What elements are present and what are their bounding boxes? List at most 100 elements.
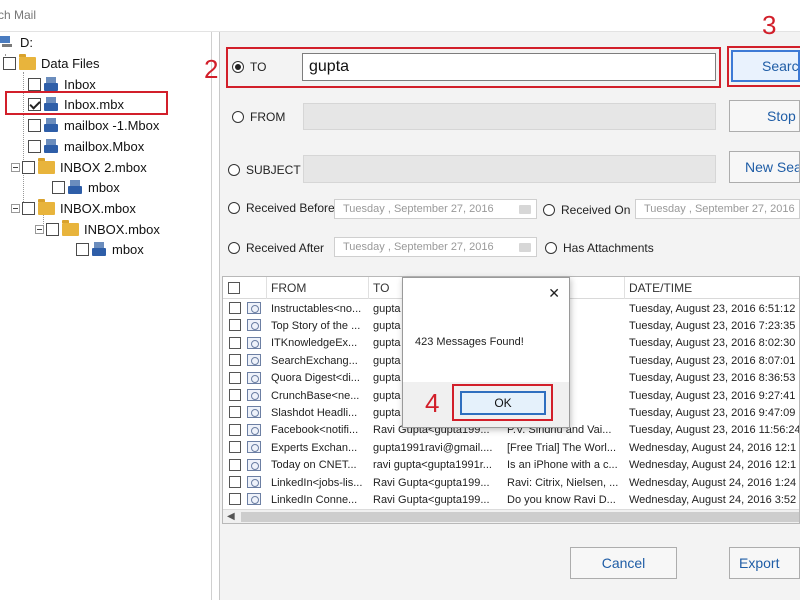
folder-label: Data Files: [41, 55, 100, 71]
cell-to: Ravi Gupta<gupta199...: [373, 493, 490, 506]
row-checkbox[interactable]: [229, 441, 241, 454]
has-attachments-label: Has Attachments: [563, 241, 654, 255]
row-checkbox[interactable]: [229, 302, 241, 314]
radio-received-after[interactable]: Received After: [228, 241, 324, 255]
tree-item-inbox-mbox[interactable]: INBOX.mbox: [11, 198, 136, 218]
received-after-date[interactable]: Tuesday , September 27, 2016: [334, 237, 537, 257]
cell-date-time: Tuesday, August 23, 2016 6:51:12: [629, 302, 796, 315]
collapse-icon[interactable]: [35, 224, 44, 234]
from-field[interactable]: [303, 103, 716, 130]
from-label: FROM: [250, 110, 286, 124]
close-icon[interactable]: ✕: [548, 285, 560, 302]
radio-subject[interactable]: SUBJECT: [228, 163, 301, 177]
row-checkbox[interactable]: [229, 476, 241, 488]
tree-item-mailbox[interactable]: mailbox.Mbox: [28, 136, 144, 156]
row-checkbox[interactable]: [229, 319, 241, 332]
table-row[interactable]: LinkedIn<jobs-lis... Ravi Gupta<gupta199.…: [223, 474, 799, 491]
tree-item-mailbox-1[interactable]: mailbox -1.Mbox: [28, 115, 159, 135]
checkbox[interactable]: [28, 118, 41, 132]
tree-item-label: mailbox.Mbox: [64, 138, 145, 154]
table-row[interactable]: Today on CNET... ravi gupta<gupta1991r...…: [223, 457, 799, 474]
row-checkbox[interactable]: [229, 336, 241, 349]
checkbox[interactable]: [22, 201, 35, 215]
row-checkbox[interactable]: [229, 493, 241, 506]
radio-received-on[interactable]: Received On: [543, 203, 630, 217]
collapse-icon[interactable]: [11, 162, 20, 172]
mailbox-icon: [92, 242, 107, 256]
tree-item-mbox-1[interactable]: mbox: [52, 177, 120, 197]
radio-received-before[interactable]: Received Before: [228, 201, 335, 215]
cell-date-time: Tuesday, August 23, 2016 7:23:35: [629, 319, 796, 332]
annotation-box-inbox-mbx: [5, 91, 168, 115]
tree-item-label: INBOX.mbox: [60, 200, 136, 216]
cell-date-time: Tuesday, August 23, 2016 8:07:01: [629, 354, 796, 367]
mailbox-icon: [44, 77, 59, 91]
new-search-button[interactable]: New Search: [729, 151, 800, 183]
tree-data-files[interactable]: Data Files: [3, 53, 100, 73]
radio-button[interactable]: [543, 204, 555, 216]
tree-item-label: INBOX.mbox: [84, 221, 160, 237]
radio-button[interactable]: [228, 202, 240, 214]
cancel-button[interactable]: Cancel: [570, 547, 677, 579]
scroll-left-icon[interactable]: ◀: [227, 511, 235, 522]
header-select-all[interactable]: [223, 277, 267, 299]
tree-item-inbox2-mbox[interactable]: INBOX 2.mbox: [11, 157, 147, 177]
email-icon: [247, 319, 261, 332]
calendar-dropdown-icon[interactable]: [519, 243, 531, 252]
checkbox[interactable]: [28, 139, 41, 153]
collapse-icon[interactable]: [11, 203, 20, 213]
cell-subject: Do you know Ravi D...: [507, 493, 616, 506]
tree-item-label: mbox: [112, 241, 144, 257]
tree-drive-d[interactable]: D:: [0, 32, 33, 52]
header-date-time[interactable]: DATE/TIME: [625, 277, 799, 299]
cell-from: LinkedIn Conne...: [271, 493, 358, 506]
cell-date-time: Tuesday, August 23, 2016 9:27:41: [629, 389, 796, 402]
select-all-checkbox[interactable]: [228, 282, 240, 294]
tree-item-mbox-2[interactable]: mbox: [76, 239, 144, 259]
cell-from: Facebook<notifi...: [271, 424, 359, 437]
row-checkbox[interactable]: [229, 354, 241, 367]
checkbox[interactable]: [76, 242, 89, 256]
checkbox[interactable]: [3, 56, 16, 70]
row-checkbox[interactable]: [229, 458, 241, 471]
checkbox[interactable]: [28, 77, 41, 91]
stop-button[interactable]: Stop: [729, 100, 800, 132]
subject-field[interactable]: [303, 155, 716, 183]
cell-from: Experts Exchan...: [271, 441, 358, 454]
tree-item-label: mbox: [88, 179, 120, 195]
horizontal-scrollbar[interactable]: ◀: [223, 509, 799, 523]
row-checkbox[interactable]: [229, 423, 241, 436]
annotation-box-ok: [452, 384, 553, 421]
table-row[interactable]: LinkedIn Conne... Ravi Gupta<gupta199... D…: [223, 491, 799, 508]
cell-from: ITKnowledgeEx...: [271, 337, 358, 350]
annotation-step-3: 3: [762, 10, 777, 40]
folder-icon: [62, 219, 79, 236]
radio-button[interactable]: [545, 242, 557, 254]
header-from[interactable]: FROM: [267, 277, 369, 299]
row-checkbox[interactable]: [229, 371, 241, 384]
subject-label: SUBJECT: [246, 163, 301, 177]
checkbox[interactable]: [46, 222, 59, 236]
received-on-date[interactable]: Tuesday , September 27, 2016: [635, 199, 800, 219]
checkbox[interactable]: [22, 160, 35, 174]
row-checkbox[interactable]: [229, 406, 241, 419]
radio-has-attachments[interactable]: Has Attachments: [545, 241, 654, 255]
received-before-date[interactable]: Tuesday , September 27, 2016: [334, 199, 537, 219]
cell-subject: Is an iPhone with a c...: [507, 459, 618, 472]
annotation-box-to: [226, 47, 721, 88]
row-checkbox[interactable]: [229, 389, 241, 401]
table-row[interactable]: Experts Exchan... gupta1991ravi@gmail....…: [223, 439, 799, 456]
radio-button[interactable]: [228, 164, 240, 176]
cell-date-time: Tuesday, August 23, 2016 9:47:09: [629, 406, 796, 419]
radio-from[interactable]: FROM: [232, 110, 285, 124]
radio-button[interactable]: [228, 242, 240, 254]
cell-to: Ravi Gupta<gupta199...: [373, 476, 490, 489]
checkbox[interactable]: [52, 180, 65, 194]
calendar-dropdown-icon[interactable]: [519, 205, 531, 214]
scroll-thumb[interactable]: [241, 512, 799, 522]
cell-from: Quora Digest<di...: [271, 372, 360, 385]
email-icon: [247, 371, 261, 384]
export-button[interactable]: Export: [729, 547, 800, 579]
radio-button[interactable]: [232, 111, 244, 123]
tree-item-inbox-mbox-sub[interactable]: INBOX.mbox: [35, 219, 160, 239]
